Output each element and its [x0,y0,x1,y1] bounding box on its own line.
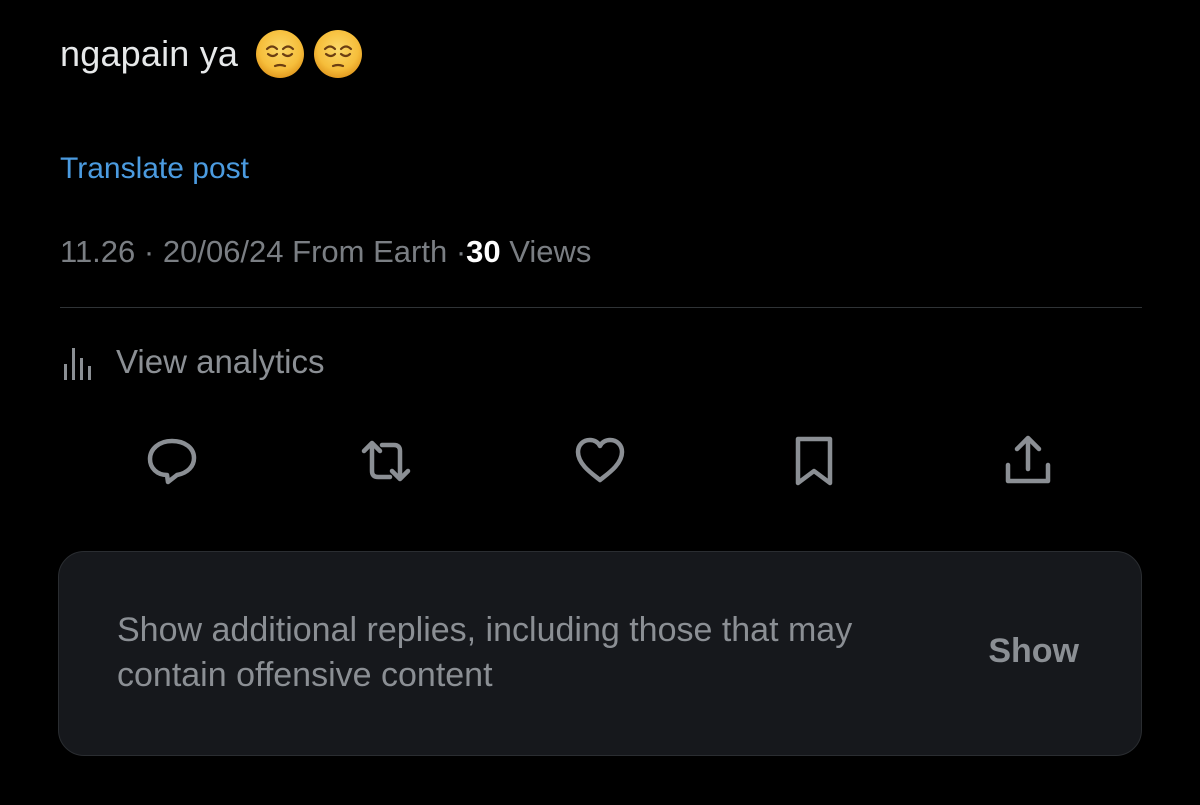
emoji-group [254,28,364,80]
views-label: Views [509,234,592,269]
meta-separator: · [455,234,467,269]
like-button[interactable] [568,430,632,492]
additional-replies-notice: Show additional replies, including those… [58,551,1142,756]
post-location: From Earth [292,234,448,269]
meta-separator: · [143,234,155,269]
bar-chart-icon [64,348,91,380]
post-text: ngapain ya [60,24,364,84]
view-analytics-button[interactable]: View analytics [60,338,325,386]
share-button[interactable] [996,430,1060,492]
additional-replies-message: Show additional replies, including those… [117,611,853,694]
post-date: 20/06/24 [162,234,284,269]
divider [60,307,1142,308]
bookmark-button[interactable] [782,430,846,492]
pensive-face-emoji [256,30,305,78]
heart-icon [575,437,625,483]
views-count: 30 [466,234,501,269]
action-bar [140,430,1060,492]
post-time: 11.26 [60,234,136,269]
reply-icon [147,438,197,485]
post-text-content: ngapain ya [60,33,239,74]
translate-post-link[interactable]: Translate post [60,152,249,186]
repost-button[interactable] [354,430,418,492]
view-analytics-label: View analytics [116,343,325,380]
reply-button[interactable] [140,430,204,492]
post-metadata: 11.26 · 20/06/24 From Earth ·30 Views [60,234,591,270]
pensive-face-emoji [314,30,363,78]
repost-icon [361,440,411,482]
bookmark-icon [795,436,833,486]
share-icon [1005,435,1051,484]
show-replies-button[interactable]: Show [988,632,1079,671]
